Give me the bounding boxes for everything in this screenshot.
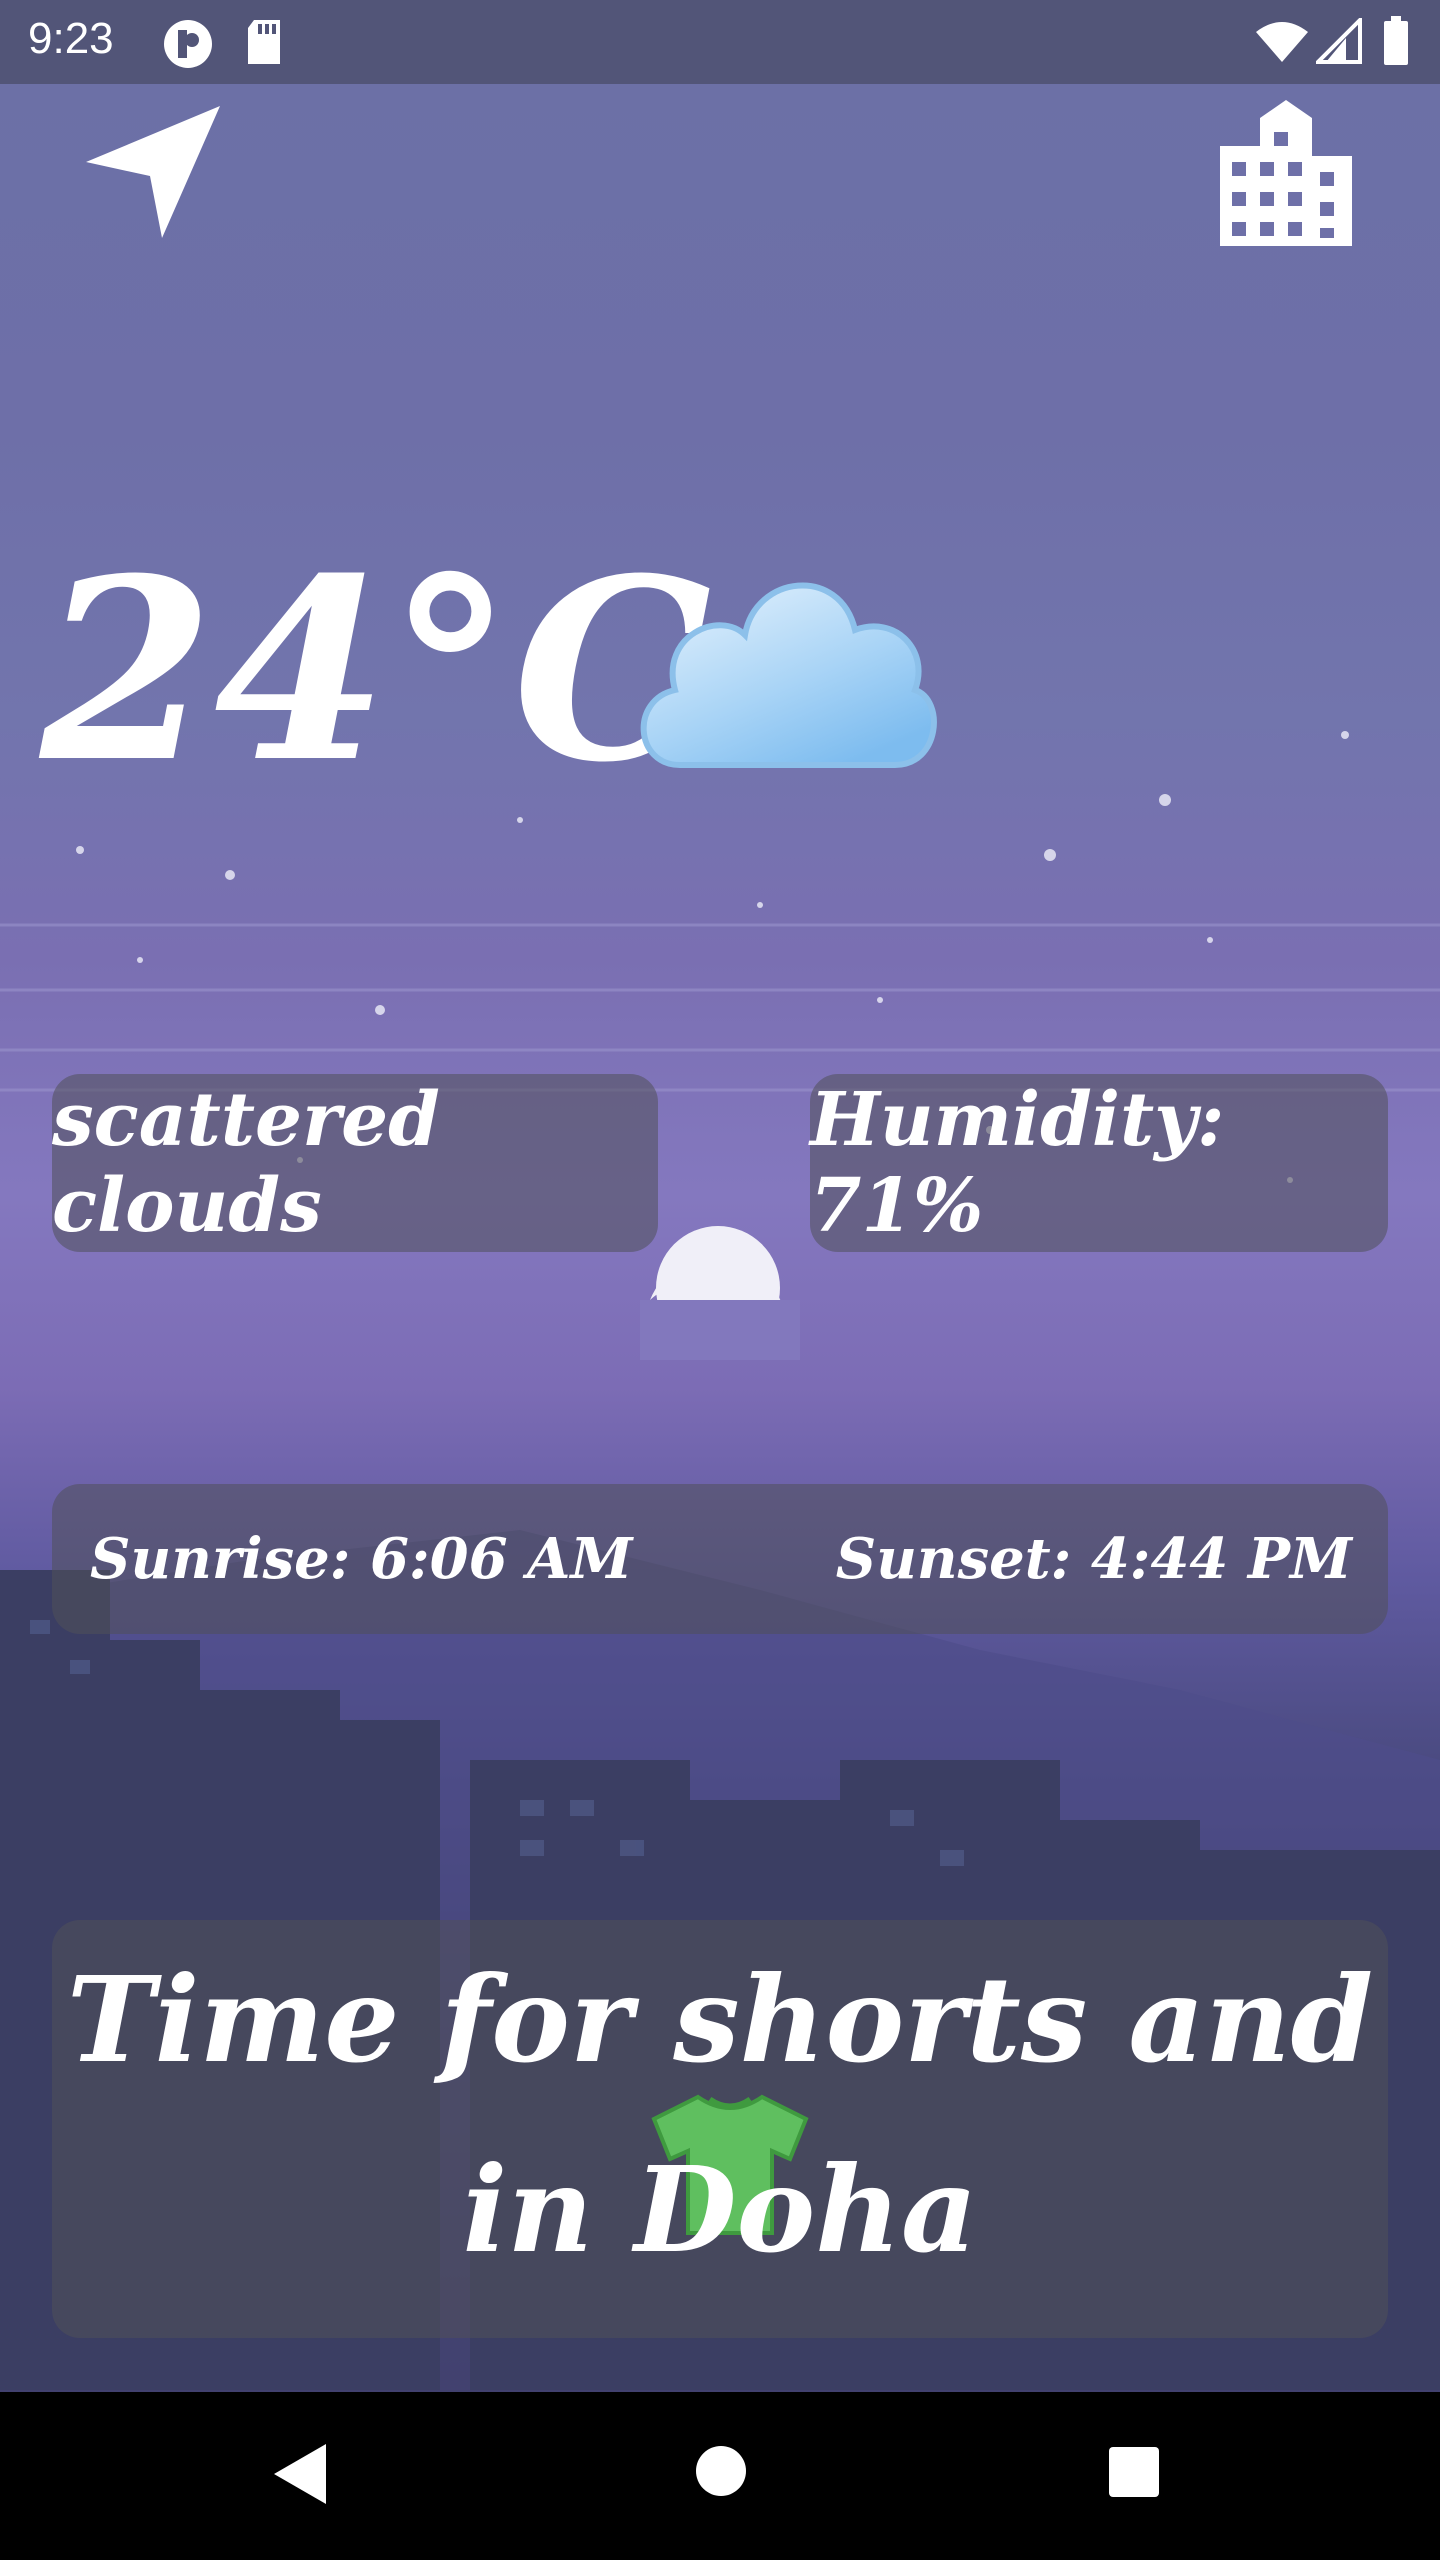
advice-line-1: Time for shorts and: [66, 1950, 1374, 2089]
clothing-advice-card: Time for shorts and in Doha: [52, 1920, 1388, 2338]
cloud-icon: [640, 582, 937, 768]
city-buildings-icon: [1220, 100, 1352, 246]
temperature-text: 24°C: [40, 523, 712, 817]
sunset-text: Sunset: 4:44 PM: [835, 1526, 1352, 1592]
recents-icon[interactable]: [1108, 2446, 1160, 2498]
cell-signal-icon: [1316, 18, 1362, 64]
location-button[interactable]: [82, 100, 232, 250]
weather-description-card: scattered clouds: [52, 1074, 658, 1252]
weather-screen: 24°C scattered clouds Humidity: 71% Sunr…: [0, 0, 1440, 2392]
weather-description: scattered clouds: [52, 1077, 440, 1249]
navigation-bar: [0, 2392, 1440, 2560]
sd-card-icon: [248, 20, 280, 64]
navigation-arrow-icon: [86, 106, 220, 238]
sunrise-text: Sunrise: 6:06 AM: [90, 1526, 633, 1592]
humidity-text: Humidity: 71%: [810, 1077, 1225, 1249]
home-icon[interactable]: [694, 2444, 748, 2498]
status-bar: 9:23: [0, 0, 1440, 84]
battery-icon: [1384, 16, 1408, 65]
wifi-icon: [1256, 22, 1308, 62]
back-icon[interactable]: [270, 2442, 330, 2506]
humidity-card: Humidity: 71%: [810, 1074, 1388, 1252]
status-time: 9:23: [28, 14, 114, 63]
sun-times-card: Sunrise: 6:06 AM Sunset: 4:44 PM: [52, 1484, 1388, 1634]
app-notification-icon: [164, 20, 212, 68]
advice-line-2: in Doha: [462, 2140, 978, 2279]
city-button[interactable]: [1216, 96, 1356, 246]
